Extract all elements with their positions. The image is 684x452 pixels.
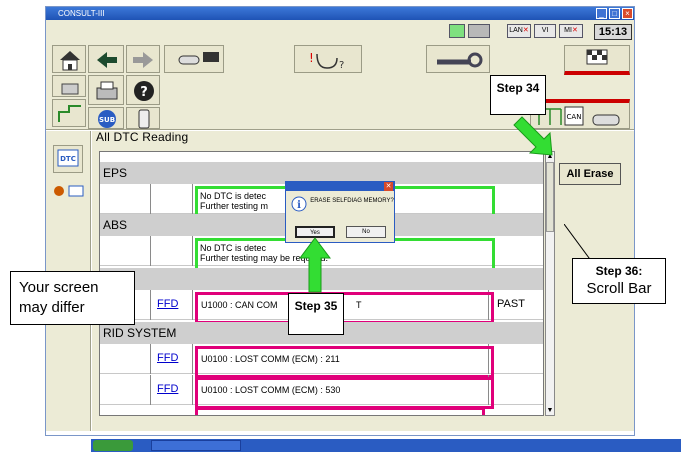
ecu-select-button[interactable] [564,45,630,75]
close-button[interactable]: × [622,8,633,19]
home-button[interactable] [52,45,86,73]
arrow-right-icon [133,52,153,68]
ffd-link[interactable]: FFD [157,383,178,395]
scroll-thumb[interactable] [546,162,554,232]
battery-indicator-icon [449,24,465,38]
table-row: FFD U0100 : LOST COMM (ECM) : 530 [100,375,543,409]
vehicle-connect-button[interactable] [164,45,224,73]
sub-mode-button[interactable]: SUB [88,107,124,129]
step-34-callout: Step 34 [490,75,546,115]
dialog-close-button[interactable]: ✕ [384,182,393,191]
taskbar [91,439,681,452]
table-row: FFD U0100 : LOST COMM (ECM) : 211 [100,344,543,378]
print-button[interactable] [88,75,124,105]
can-label: CAN [567,113,582,121]
svg-text:!: ! [309,51,314,65]
clock: 15:13 [594,24,632,40]
graph-button[interactable] [52,99,86,127]
mi-status-icon: MI✕ [559,24,583,38]
step-36-callout: Step 36: Scroll Bar [572,258,666,304]
screen-differ-note: Your screen may differ [10,271,135,325]
printer-icon [96,81,118,100]
ffd-link[interactable]: FFD [157,298,178,310]
start-button[interactable] [93,440,133,451]
svg-text:?: ? [140,85,148,100]
info-icon: i [291,196,307,212]
sub-icon: SUB [98,110,116,128]
erase-confirm-dialog: ✕ i ERASE SELFDIAG MEMORY? Yes No [285,181,395,243]
dtc-status: PAST [497,298,525,310]
all-erase-button[interactable]: All Erase [559,163,621,185]
vi-status-icon: VI [534,24,556,38]
scroll-bar[interactable]: ▲ ▼ [545,151,555,416]
arrow-up-icon [299,237,331,293]
minimize-button[interactable]: _ [596,8,607,19]
maximize-button[interactable]: □ [609,8,620,19]
dtc-transfer-button[interactable] [51,179,85,205]
phone-icon [138,109,150,129]
arrow-down-right-icon [513,116,553,156]
print-setup-button[interactable] [52,75,86,97]
car-connect-icon [178,52,219,65]
arrow-left-icon [97,52,117,68]
dialog-title-bar [286,182,394,191]
ffd-link[interactable]: FFD [157,352,178,364]
forward-button[interactable] [126,45,160,73]
diagnosis-button[interactable]: !? [294,45,362,73]
title-bar: CONSULT-III [46,7,634,20]
dtc-code-cell: U0100 : LOST COMM (ECM) : 530 [195,377,494,409]
step-35-callout: Step 35 [288,293,344,335]
page-title: All DTC Reading [96,130,189,144]
taskbar-app-item[interactable] [151,440,241,451]
dialog-message: ERASE SELFDIAG MEMORY? [310,198,394,204]
dtc-icon: DTC [57,149,79,167]
dtc-mode-button[interactable]: DTC [53,145,83,173]
heater-icon [61,83,79,95]
wrench-icon [437,52,483,68]
svg-text:i: i [297,200,301,211]
svg-text:DTC: DTC [60,155,76,163]
lan-status-icon: LAN✕ [507,24,531,38]
scroll-down-icon[interactable]: ▼ [546,406,554,415]
stethoscope-icon: !? [309,51,344,71]
device-button[interactable] [126,107,160,129]
dialog-no-button[interactable]: No [346,226,386,238]
window-title: CONSULT-III [58,9,105,18]
dtc-code-cell: U1000 : CAN COM T [195,292,494,324]
dtc-code-cell-partial [195,407,485,415]
back-button[interactable] [88,45,124,73]
question-icon: ? [134,81,154,101]
dtc-transfer-icon [54,185,84,197]
checkered-flag-icon [586,49,608,65]
signal-icon [58,105,81,122]
settings-button[interactable] [426,45,490,73]
dtc-code-cell: U0100 : LOST COMM (ECM) : 211 [195,346,494,378]
home-icon [60,51,80,71]
help-button[interactable]: ? [126,75,160,105]
svg-text:?: ? [339,60,344,71]
svg-text:SUB: SUB [99,116,115,124]
content-area: All DTC Reading EPS No DTC is detec Furth… [92,130,634,431]
device-indicator-icon [468,24,490,38]
